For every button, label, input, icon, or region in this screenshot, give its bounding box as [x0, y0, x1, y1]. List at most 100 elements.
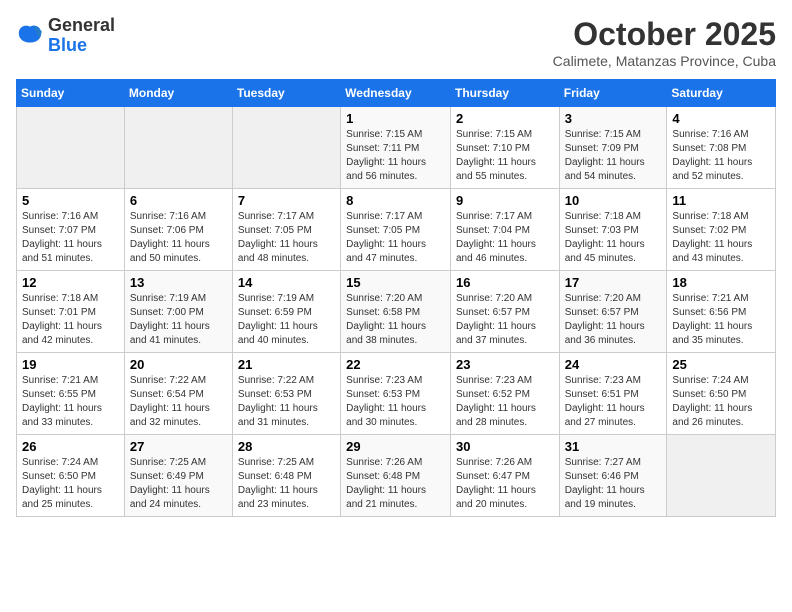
location: Calimete, Matanzas Province, Cuba	[553, 53, 776, 69]
day-number: 14	[238, 275, 335, 290]
calendar-cell-16: 16 Sunrise: 7:20 AMSunset: 6:57 PMDayligh…	[450, 271, 559, 353]
day-number: 22	[346, 357, 445, 372]
logo-general-text: General	[48, 15, 115, 35]
calendar-cell-24: 24Sunrise: 7:23 AMSunset: 6:51 PMDayligh…	[559, 353, 667, 435]
day-info: Sunrise: 7:20 AMSunset: 6:57 PMDaylight:…	[456, 292, 554, 348]
calendar-cell-26: 26Sunrise: 7:24 AMSunset: 6:50 PMDayligh…	[17, 435, 125, 517]
day-number: 7	[238, 193, 335, 208]
day-info: Sunrise: 7:19 AMSunset: 6:59 PMDaylight:…	[238, 292, 335, 348]
day-number: 29	[346, 439, 445, 454]
month-title: October 2025	[553, 16, 776, 53]
calendar-cell-17: 17Sunrise: 7:20 AMSunset: 6:57 PMDayligh…	[559, 271, 667, 353]
day-number: 24	[565, 357, 662, 372]
day-number: 1	[346, 111, 445, 126]
calendar-cell-19: 19 Sunrise: 7:21 AMSunset: 6:55 PMDayligh…	[17, 353, 125, 435]
calendar-cell-11: 11 Sunrise: 7:18 AMSunset: 7:02 PMDayligh…	[667, 189, 776, 271]
day-info: Sunrise: 7:22 AMSunset: 6:54 PMDaylight:…	[130, 374, 227, 430]
calendar-cell-6: 6 Sunrise: 7:16 AMSunset: 7:06 PMDaylight…	[124, 189, 232, 271]
calendar-cell-15: 15 Sunrise: 7:20 AMSunset: 6:58 PMDayligh…	[341, 271, 451, 353]
day-info: Sunrise: 7:20 AMSunset: 6:58 PMDaylight:…	[346, 292, 445, 348]
day-info: Sunrise: 7:27 AMSunset: 6:46 PMDaylight:…	[565, 456, 662, 512]
calendar-cell-10: 10 Sunrise: 7:18 AMSunset: 7:03 PMDayligh…	[559, 189, 667, 271]
calendar-cell-20: 20 Sunrise: 7:22 AMSunset: 6:54 PMDayligh…	[124, 353, 232, 435]
day-info: Sunrise: 7:25 AMSunset: 6:48 PMDaylight:…	[238, 456, 335, 512]
day-number: 12	[22, 275, 119, 290]
day-number: 27	[130, 439, 227, 454]
day-info: Sunrise: 7:19 AMSunset: 7:00 PMDaylight:…	[130, 292, 227, 348]
day-number: 16	[456, 275, 554, 290]
day-info: Sunrise: 7:26 AMSunset: 6:48 PMDaylight:…	[346, 456, 445, 512]
day-number: 10	[565, 193, 662, 208]
day-number: 25	[672, 357, 770, 372]
day-info: Sunrise: 7:16 AMSunset: 7:07 PMDaylight:…	[22, 210, 119, 266]
day-number: 20	[130, 357, 227, 372]
week-row-5: 26Sunrise: 7:24 AMSunset: 6:50 PMDayligh…	[17, 435, 776, 517]
day-info: Sunrise: 7:17 AMSunset: 7:05 PMDaylight:…	[238, 210, 335, 266]
calendar-cell-2: 2Sunrise: 7:15 AMSunset: 7:10 PMDaylight…	[450, 107, 559, 189]
day-info: Sunrise: 7:18 AMSunset: 7:01 PMDaylight:…	[22, 292, 119, 348]
day-info: Sunrise: 7:18 AMSunset: 7:02 PMDaylight:…	[672, 210, 770, 266]
day-header-wednesday: Wednesday	[341, 80, 451, 107]
calendar-cell-5: 5 Sunrise: 7:16 AMSunset: 7:07 PMDaylight…	[17, 189, 125, 271]
day-info: Sunrise: 7:18 AMSunset: 7:03 PMDaylight:…	[565, 210, 662, 266]
day-info: Sunrise: 7:15 AMSunset: 7:11 PMDaylight:…	[346, 128, 445, 184]
day-info: Sunrise: 7:17 AMSunset: 7:04 PMDaylight:…	[456, 210, 554, 266]
calendar-table: SundayMondayTuesdayWednesdayThursdayFrid…	[16, 79, 776, 517]
day-number: 5	[22, 193, 119, 208]
day-number: 23	[456, 357, 554, 372]
day-info: Sunrise: 7:25 AMSunset: 6:49 PMDaylight:…	[130, 456, 227, 512]
calendar-cell-28: 28Sunrise: 7:25 AMSunset: 6:48 PMDayligh…	[232, 435, 340, 517]
week-row-2: 5 Sunrise: 7:16 AMSunset: 7:07 PMDaylight…	[17, 189, 776, 271]
week-row-4: 19 Sunrise: 7:21 AMSunset: 6:55 PMDayligh…	[17, 353, 776, 435]
day-info: Sunrise: 7:22 AMSunset: 6:53 PMDaylight:…	[238, 374, 335, 430]
calendar-cell-29: 29 Sunrise: 7:26 AMSunset: 6:48 PMDayligh…	[341, 435, 451, 517]
day-info: Sunrise: 7:21 AMSunset: 6:55 PMDaylight:…	[22, 374, 119, 430]
calendar-cell-27: 27 Sunrise: 7:25 AMSunset: 6:49 PMDayligh…	[124, 435, 232, 517]
calendar-cell-21: 21 Sunrise: 7:22 AMSunset: 6:53 PMDayligh…	[232, 353, 340, 435]
day-number: 8	[346, 193, 445, 208]
day-number: 26	[22, 439, 119, 454]
calendar-cell-4: 4 Sunrise: 7:16 AMSunset: 7:08 PMDaylight…	[667, 107, 776, 189]
logo: General Blue	[16, 16, 115, 56]
day-info: Sunrise: 7:16 AMSunset: 7:08 PMDaylight:…	[672, 128, 770, 184]
day-number: 31	[565, 439, 662, 454]
calendar-header-row: SundayMondayTuesdayWednesdayThursdayFrid…	[17, 80, 776, 107]
logo-blue-text: Blue	[48, 35, 87, 55]
week-row-1: 1 Sunrise: 7:15 AMSunset: 7:11 PMDaylight…	[17, 107, 776, 189]
calendar-cell-12: 12 Sunrise: 7:18 AMSunset: 7:01 PMDayligh…	[17, 271, 125, 353]
day-number: 6	[130, 193, 227, 208]
calendar-cell-30: 30Sunrise: 7:26 AMSunset: 6:47 PMDayligh…	[450, 435, 559, 517]
day-info: Sunrise: 7:24 AMSunset: 6:50 PMDaylight:…	[672, 374, 770, 430]
day-number: 4	[672, 111, 770, 126]
title-block: October 2025 Calimete, Matanzas Province…	[553, 16, 776, 69]
calendar-cell-22: 22 Sunrise: 7:23 AMSunset: 6:53 PMDayligh…	[341, 353, 451, 435]
day-info: Sunrise: 7:20 AMSunset: 6:57 PMDaylight:…	[565, 292, 662, 348]
day-number: 18	[672, 275, 770, 290]
calendar-cell-8: 8 Sunrise: 7:17 AMSunset: 7:05 PMDaylight…	[341, 189, 451, 271]
day-info: Sunrise: 7:21 AMSunset: 6:56 PMDaylight:…	[672, 292, 770, 348]
day-number: 11	[672, 193, 770, 208]
day-number: 21	[238, 357, 335, 372]
day-number: 30	[456, 439, 554, 454]
calendar-cell-empty	[232, 107, 340, 189]
calendar-cell-14: 14 Sunrise: 7:19 AMSunset: 6:59 PMDayligh…	[232, 271, 340, 353]
page-header: General Blue October 2025 Calimete, Mata…	[16, 16, 776, 69]
day-info: Sunrise: 7:23 AMSunset: 6:53 PMDaylight:…	[346, 374, 445, 430]
day-number: 13	[130, 275, 227, 290]
calendar-cell-7: 7 Sunrise: 7:17 AMSunset: 7:05 PMDaylight…	[232, 189, 340, 271]
day-info: Sunrise: 7:16 AMSunset: 7:06 PMDaylight:…	[130, 210, 227, 266]
day-info: Sunrise: 7:17 AMSunset: 7:05 PMDaylight:…	[346, 210, 445, 266]
day-header-monday: Monday	[124, 80, 232, 107]
day-info: Sunrise: 7:15 AMSunset: 7:09 PMDaylight:…	[565, 128, 662, 184]
day-number: 3	[565, 111, 662, 126]
day-header-tuesday: Tuesday	[232, 80, 340, 107]
calendar-cell-empty	[17, 107, 125, 189]
day-number: 15	[346, 275, 445, 290]
calendar-cell-3: 3 Sunrise: 7:15 AMSunset: 7:09 PMDaylight…	[559, 107, 667, 189]
day-info: Sunrise: 7:15 AMSunset: 7:10 PMDaylight:…	[456, 128, 554, 184]
calendar-cell-9: 9Sunrise: 7:17 AMSunset: 7:04 PMDaylight…	[450, 189, 559, 271]
day-header-saturday: Saturday	[667, 80, 776, 107]
day-number: 19	[22, 357, 119, 372]
calendar-cell-31: 31 Sunrise: 7:27 AMSunset: 6:46 PMDayligh…	[559, 435, 667, 517]
day-info: Sunrise: 7:23 AMSunset: 6:52 PMDaylight:…	[456, 374, 554, 430]
